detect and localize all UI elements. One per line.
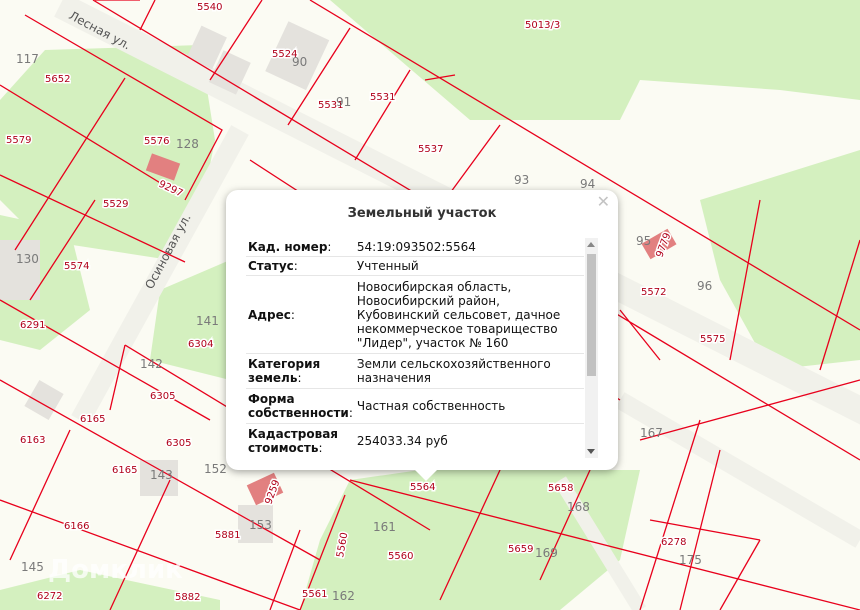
info-row: Форма собственности: Частная собственност… [246, 388, 584, 424]
info-row: Кадастровая стоимость: 254033.34 руб [246, 423, 584, 458]
parcel-label[interactable]: 6305 [149, 390, 177, 404]
house-number: 94 [580, 177, 595, 191]
parcel-label[interactable]: 5013/3 [524, 19, 562, 33]
house-number: 117 [16, 52, 39, 66]
scroll-down-arrow-icon[interactable] [587, 449, 595, 454]
parcel-label[interactable]: 5572 [640, 286, 668, 300]
info-label: Категория земель: [246, 353, 355, 389]
info-label-text: Форма собственности [248, 392, 349, 420]
scrollbar[interactable] [585, 238, 598, 458]
parcel-label[interactable]: 5882 [174, 591, 202, 605]
house-number: 95 [636, 234, 651, 248]
parcel-label[interactable]: 5574 [63, 260, 91, 274]
house-number: 168 [567, 500, 590, 514]
info-label: Форма собственности: [246, 388, 355, 424]
domclick-watermark: Домклик [48, 555, 183, 585]
parcel-label[interactable]: 6165 [79, 413, 107, 427]
parcel-label[interactable]: 5540 [196, 1, 224, 15]
land-parcel-popup: ✕ Земельный участок Кад. номер: 54:19:093… [226, 190, 618, 470]
parcel-label[interactable]: 6305 [165, 437, 193, 451]
info-value: Земли сельскохозяйственного назначения [354, 353, 584, 389]
parcel-label[interactable]: 5881 [214, 529, 242, 543]
house-number: 162 [332, 589, 355, 603]
parcel-label[interactable]: 5658 [547, 482, 575, 496]
house-number: 167 [640, 426, 663, 440]
house-number: 145 [21, 560, 44, 574]
house-number: 175 [679, 553, 702, 567]
house-number: 96 [697, 279, 712, 293]
parcel-label[interactable]: 6166 [63, 520, 91, 534]
info-label-text: Кад. номер [248, 240, 328, 254]
parcel-label[interactable]: 5529 [102, 198, 130, 212]
house-number: 142 [140, 357, 163, 371]
parcel-label[interactable]: 5537 [417, 143, 445, 157]
scrollbar-thumb[interactable] [587, 254, 596, 376]
info-label-text: Статус [248, 259, 294, 273]
info-label: Статус: [246, 256, 355, 276]
info-label-text: Категория земель [248, 357, 321, 385]
parcel-label[interactable]: 6272 [36, 590, 64, 604]
house-number: 93 [514, 173, 529, 187]
parcel-label[interactable]: 6278 [660, 536, 688, 550]
house-number: 91 [336, 95, 351, 109]
parcel-label[interactable]: 5560 [387, 550, 415, 564]
info-row: Категория земель: Земли сельскохозяйствен… [246, 353, 584, 389]
parcel-label[interactable]: 6304 [187, 338, 215, 352]
parcel-label[interactable]: 6165 [111, 464, 139, 478]
house-number: 90 [292, 55, 307, 69]
house-number: 169 [535, 546, 558, 560]
info-label-text: Адрес [248, 307, 291, 322]
parcel-label[interactable]: 5579 [5, 134, 33, 148]
house-number: 128 [176, 137, 199, 151]
house-number: 141 [196, 314, 219, 328]
scroll-up-arrow-icon[interactable] [587, 242, 595, 247]
info-label: Адрес: [246, 275, 355, 354]
parcel-label[interactable]: 5531 [369, 91, 397, 105]
info-row: Статус: Учтенный [246, 256, 584, 276]
info-row: Адрес: Новосибирская область, Новосибирск… [246, 275, 584, 354]
info-value: 254033.34 руб [354, 423, 584, 458]
info-label: Кад. номер: [246, 238, 355, 257]
parcel-label[interactable]: 5575 [699, 333, 727, 347]
house-number: 143 [150, 468, 173, 482]
info-value: 54:19:093502:5564 [354, 238, 584, 257]
info-label: Кадастровая стоимость: [246, 423, 355, 458]
info-value: Учтенный [354, 256, 584, 276]
parcel-label[interactable]: 6291 [19, 319, 47, 333]
parcel-label[interactable]: 5561 [301, 588, 329, 602]
popup-title: Земельный участок [347, 206, 497, 221]
house-number: 153 [249, 518, 272, 532]
info-row: Кад. номер: 54:19:093502:5564 [246, 238, 584, 257]
parcel-label[interactable]: 5659 [507, 543, 535, 557]
info-label-text: Кадастровая стоимость [248, 427, 338, 455]
popup-scroll-area[interactable]: Кад. номер: 54:19:093502:5564 Статус: Учтен… [246, 238, 598, 458]
parcel-info-table: Кад. номер: 54:19:093502:5564 Статус: Учтен… [246, 238, 584, 458]
house-number: 152 [204, 462, 227, 476]
info-value: Новосибирская область, Новосибирский рай… [354, 275, 584, 354]
parcel-label[interactable]: 5564 [409, 481, 437, 495]
parcel-label[interactable]: 5652 [44, 73, 72, 87]
parcel-label[interactable]: 6163 [19, 434, 47, 448]
parcel-label[interactable]: 5576 [143, 135, 171, 149]
popup-pointer [414, 469, 438, 481]
house-number: 130 [16, 252, 39, 266]
house-number: 161 [373, 520, 396, 534]
info-value: Частная собственность [354, 388, 584, 424]
